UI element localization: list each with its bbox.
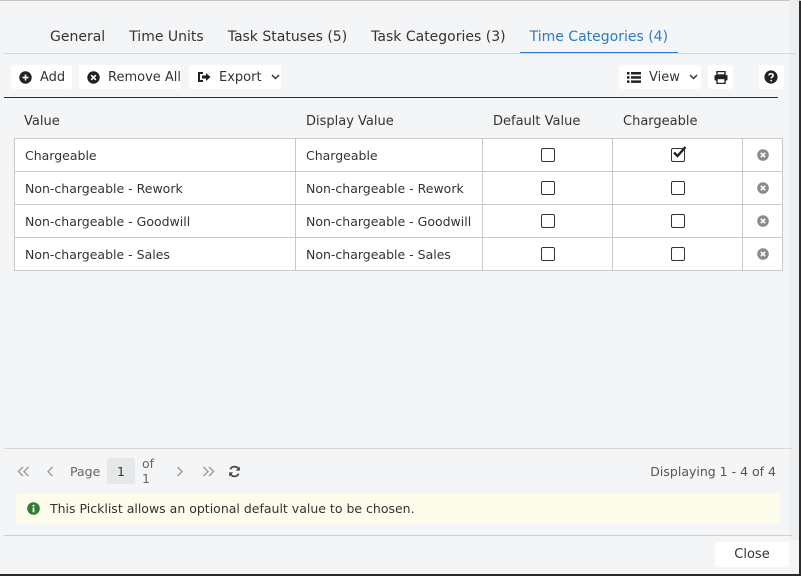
default-value-checkbox[interactable]: [540, 148, 555, 162]
picklist-grid: Chargeable Chargeable Non-chargeable - R…: [14, 138, 783, 271]
chargeable-cell: [613, 238, 743, 270]
chargeable-cell: [613, 139, 743, 171]
default-value-checkbox[interactable]: [540, 247, 555, 261]
tab-time-units[interactable]: Time Units: [119, 24, 214, 53]
default-value-cell: [483, 172, 613, 204]
chargeable-checkbox[interactable]: [670, 247, 685, 261]
dialog-footer-divider: [4, 535, 792, 536]
first-page-button[interactable]: [17, 458, 30, 484]
toolbar-divider: [4, 97, 778, 98]
tab-task-categories[interactable]: Task Categories (3): [361, 24, 515, 53]
tab-bar: General Time Units Task Statuses (5) Tas…: [40, 24, 682, 54]
delete-row-icon[interactable]: [756, 248, 769, 260]
chargeable-checkbox[interactable]: [670, 146, 686, 162]
chevron-down-icon: [271, 74, 280, 80]
chargeable-checkbox[interactable]: [670, 214, 685, 228]
display-value-cell[interactable]: Chargeable: [296, 139, 483, 171]
table-row: Non-chargeable - Goodwill Non-chargeable…: [15, 205, 782, 238]
value-cell[interactable]: Chargeable: [15, 139, 296, 171]
column-header-chargeable[interactable]: Chargeable: [623, 114, 697, 129]
last-page-button[interactable]: [202, 458, 215, 484]
table-row: Non-chargeable - Sales Non-chargeable - …: [15, 238, 782, 271]
export-label: Export: [219, 69, 262, 85]
info-message-text: This Picklist allows an optional default…: [50, 501, 415, 516]
default-value-cell: [483, 139, 613, 171]
export-icon: [198, 72, 211, 82]
tab-general[interactable]: General: [40, 24, 115, 53]
remove-all-button[interactable]: Remove All: [79, 65, 181, 89]
tab-time-categories[interactable]: Time Categories (4): [519, 24, 679, 54]
page-of-label: of 1: [142, 456, 155, 486]
info-message-bar: This Picklist allows an optional default…: [16, 493, 780, 524]
add-button[interactable]: Add: [11, 65, 72, 89]
table-row: Chargeable Chargeable: [15, 139, 782, 172]
column-header-display-value[interactable]: Display Value: [306, 114, 394, 129]
delete-row-icon[interactable]: [756, 215, 769, 227]
display-value-cell[interactable]: Non-chargeable - Sales: [296, 238, 483, 270]
export-button[interactable]: Export: [189, 65, 281, 89]
add-label: Add: [40, 69, 66, 85]
close-button[interactable]: Close: [715, 542, 789, 567]
list-icon: [627, 71, 641, 83]
value-cell[interactable]: Non-chargeable - Goodwill: [15, 205, 296, 237]
previous-page-button[interactable]: [46, 458, 54, 484]
display-value-cell[interactable]: Non-chargeable - Rework: [296, 172, 483, 204]
delete-cell: [743, 172, 782, 204]
display-value-cell[interactable]: Non-chargeable - Goodwill: [296, 205, 483, 237]
table-row: Non-chargeable - Rework Non-chargeable -…: [15, 172, 782, 205]
view-label: View: [649, 69, 680, 85]
chevron-left-icon: [46, 465, 54, 477]
print-button[interactable]: [708, 65, 733, 89]
delete-row-icon[interactable]: [756, 182, 769, 194]
info-icon: [27, 502, 40, 515]
remove-all-label: Remove All: [108, 69, 182, 85]
printer-icon: [714, 70, 728, 84]
close-circle-icon: [87, 70, 100, 84]
view-button[interactable]: View: [619, 65, 701, 89]
double-chevron-left-icon: [17, 465, 30, 477]
dialog-top-edge: [0, 0, 801, 1]
default-value-checkbox[interactable]: [540, 214, 555, 228]
chargeable-checkbox[interactable]: [670, 181, 685, 195]
chargeable-cell: [613, 172, 743, 204]
chevron-right-icon: [176, 465, 184, 477]
delete-row-icon[interactable]: [756, 149, 769, 161]
tab-divider: [4, 53, 796, 54]
value-cell[interactable]: Non-chargeable - Rework: [15, 172, 296, 204]
delete-cell: [743, 238, 782, 270]
delete-cell: [743, 139, 782, 171]
help-button[interactable]: [759, 65, 784, 89]
refresh-icon: [229, 465, 240, 477]
dialog-side-strip: [790, 0, 799, 540]
double-chevron-right-icon: [202, 465, 215, 477]
question-circle-icon: [764, 70, 778, 84]
check-mark-icon: [672, 146, 686, 158]
page-number-input[interactable]: 1: [107, 458, 135, 484]
page-number-input-wrap: 1: [107, 458, 135, 484]
default-value-cell: [483, 238, 613, 270]
default-value-cell: [483, 205, 613, 237]
column-header-default-value[interactable]: Default Value: [493, 114, 580, 129]
column-header-value[interactable]: Value: [24, 114, 60, 129]
delete-cell: [743, 205, 782, 237]
paging-summary: Displaying 1 - 4 of 4: [650, 464, 776, 479]
refresh-button[interactable]: [228, 458, 241, 484]
grid-footer-divider: [4, 448, 792, 449]
next-page-button[interactable]: [176, 458, 184, 484]
page-label: Page: [70, 463, 101, 479]
value-cell[interactable]: Non-chargeable - Sales: [15, 238, 296, 270]
tab-task-statuses[interactable]: Task Statuses (5): [218, 24, 357, 53]
chevron-down-icon: [689, 74, 698, 80]
plus-circle-icon: [19, 70, 32, 84]
default-value-checkbox[interactable]: [540, 181, 555, 195]
chargeable-cell: [613, 205, 743, 237]
